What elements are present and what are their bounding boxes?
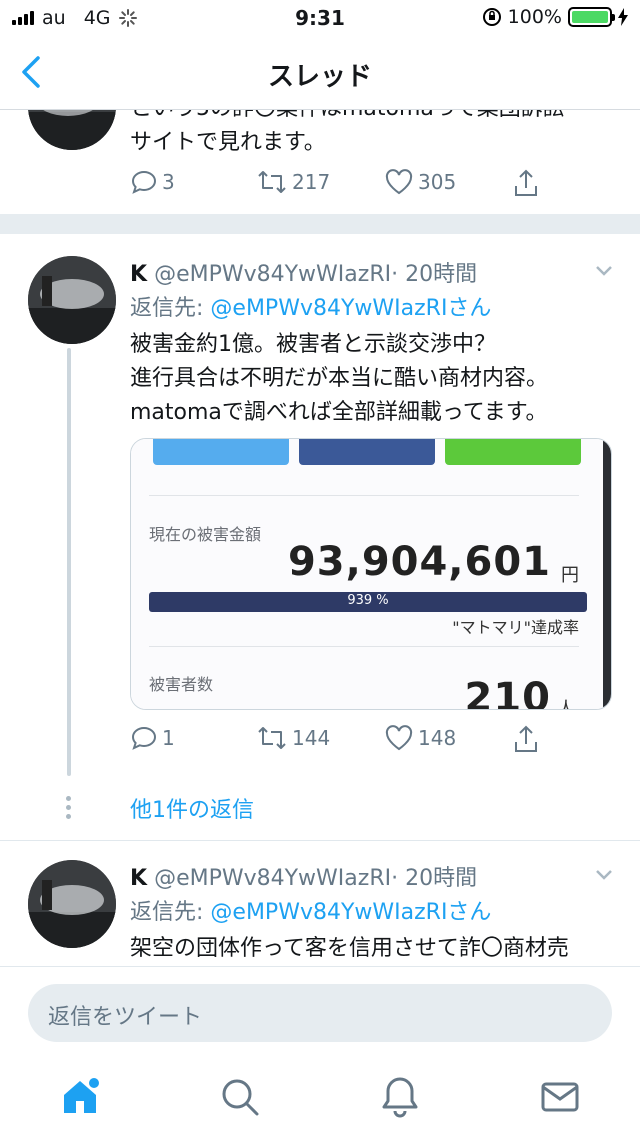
more-dots-icon [66, 796, 72, 823]
reply-to-label: 返信先: [130, 900, 211, 925]
avatar[interactable] [28, 256, 116, 344]
victims-label: 被害者数 [149, 675, 214, 694]
tweet-time: · 20時間 [391, 866, 478, 891]
nav-bar: スレッド [0, 36, 640, 110]
victims-unit: 人 [557, 699, 575, 710]
retweet-button[interactable]: 144 [256, 724, 330, 752]
tweet-text-line: matomaで調べれば全部詳細載ってます。 [130, 400, 548, 425]
tweet-actions: 1 144 148 [130, 724, 560, 756]
twitter-share-button [153, 439, 289, 465]
thread-line [67, 348, 71, 776]
heart-icon [385, 169, 413, 195]
notifications-bell-icon[interactable] [376, 1073, 424, 1121]
tweet-text-line: 進行具合は不明だが本当に酷い商材内容。 [130, 366, 549, 391]
reply-button[interactable]: 1 [130, 724, 175, 752]
chevron-down-icon[interactable] [592, 862, 616, 886]
yen-unit: 円 [561, 565, 579, 586]
search-icon[interactable] [216, 1073, 264, 1121]
reply-to-label: 返信先: [130, 296, 211, 321]
like-button[interactable]: 148 [384, 724, 456, 752]
reply-to-handle[interactable]: @eMPWv84YwWIazRIさん [210, 900, 491, 925]
retweet-icon [258, 727, 286, 749]
reply-to: 返信先: @eMPWv84YwWIazRIさん [130, 290, 491, 322]
retweet-icon [258, 171, 286, 193]
tweet-actions: 3 217 305 [130, 168, 560, 200]
reply-icon [131, 170, 157, 194]
author-handle: @eMPWv84YwWIazRI [154, 262, 392, 287]
rate-label: "マトマリ"達成率 [452, 618, 579, 637]
damage-amount: 93,904,601 [287, 539, 551, 585]
divider [149, 495, 579, 496]
author-name: K [130, 262, 148, 287]
tweet-author[interactable]: K @eMPWv84YwWIazRI· 20時間 [130, 256, 477, 288]
reply-count: 3 [162, 170, 175, 194]
share-icon[interactable] [512, 168, 540, 198]
heart-icon [385, 725, 413, 751]
tweet-author[interactable]: K @eMPWv84YwWIazRI· 20時間 [130, 860, 477, 892]
show-more-replies-link[interactable]: 他1件の返信 [130, 792, 254, 824]
tweet-text-line: 架空の団体作って客を信用させて詐〇商材売 [130, 936, 569, 961]
victims-count: 210 [464, 675, 551, 710]
retweet-count: 217 [292, 170, 331, 194]
tweet-next[interactable]: K @eMPWv84YwWIazRI· 20時間 返信先: @eMPWv84Yw… [0, 840, 640, 966]
author-handle: @eMPWv84YwWIazRI [154, 866, 392, 891]
scrollbar [603, 439, 611, 709]
tweet-time: · 20時間 [391, 262, 478, 287]
tweet-text-line: サイトで見れます。 [130, 130, 326, 155]
screenshot-image: 現在の被害金額 93,904,601 円 939 % "マトマリ"達成率 被害者… [131, 439, 605, 710]
reply-to: 返信先: @eMPWv84YwWIazRIさん [130, 894, 491, 926]
retweet-button[interactable]: 217 [256, 168, 330, 196]
chevron-down-icon[interactable] [592, 258, 616, 282]
reply-to-handle[interactable]: @eMPWv84YwWIazRIさん [210, 296, 491, 321]
retweet-count: 144 [292, 726, 331, 750]
reply-icon [131, 726, 157, 750]
avatar[interactable] [28, 860, 116, 948]
share-icon[interactable] [512, 724, 540, 754]
home-icon[interactable] [56, 1073, 104, 1121]
section-separator [0, 214, 640, 234]
author-name: K [130, 866, 148, 891]
tab-bar [0, 1065, 640, 1138]
reply-count: 1 [162, 726, 175, 750]
compose-bar: 返信をツイート [0, 966, 640, 1138]
page-title: スレッド [267, 62, 372, 92]
progress-text: 939 % [347, 593, 389, 608]
messages-envelope-icon[interactable] [536, 1073, 584, 1121]
facebook-share-button [299, 439, 435, 465]
damage-label: 現在の被害金額 [149, 525, 262, 544]
line-share-button [445, 439, 581, 465]
like-count: 148 [418, 726, 457, 750]
reply-input[interactable]: 返信をツイート [28, 984, 612, 1042]
progress-bar: 939 % [149, 592, 587, 612]
tweet-media[interactable]: 現在の被害金額 93,904,601 円 939 % "マトマリ"達成率 被害者… [130, 438, 612, 710]
tweet-text-line: 被害金約1億。被害者と示談交渉中？ [130, 332, 496, 357]
like-count: 305 [418, 170, 457, 194]
reply-button[interactable]: 3 [130, 168, 175, 196]
divider [149, 646, 579, 647]
like-button[interactable]: 305 [384, 168, 456, 196]
